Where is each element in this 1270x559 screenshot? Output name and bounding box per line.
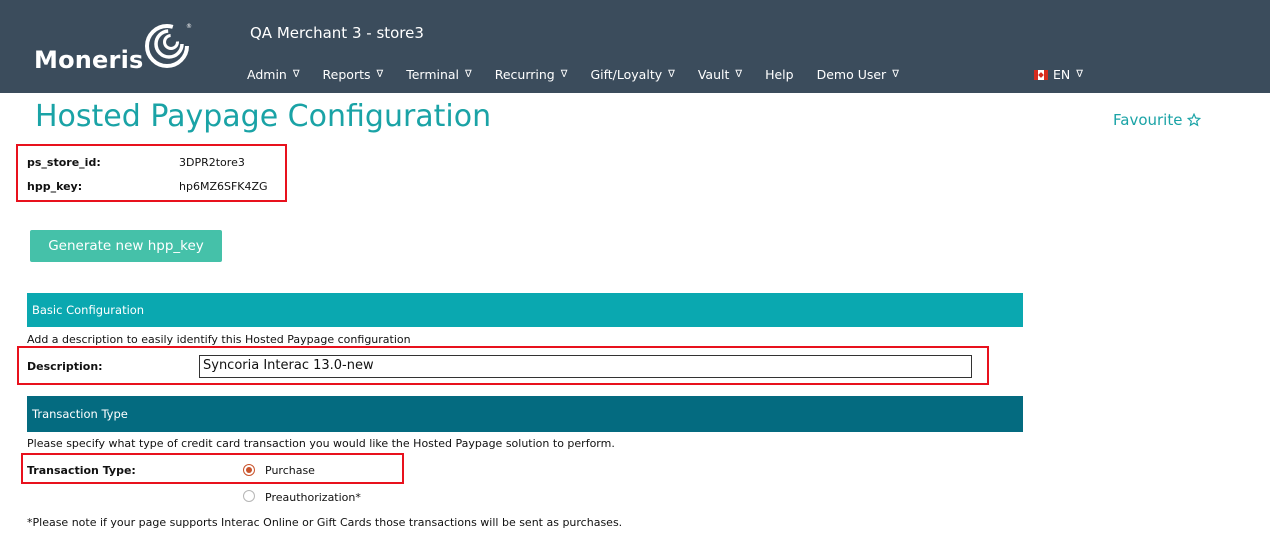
transaction-type-header: Transaction Type [27, 396, 1023, 432]
credentials-highlight-box [16, 144, 287, 202]
caret-down-icon: ∇ [892, 69, 899, 80]
transaction-type-label: Transaction Type: [27, 464, 136, 477]
nav-help[interactable]: Help [765, 67, 794, 82]
basic-configuration-header: Basic Configuration [27, 293, 1023, 327]
star-outline-icon [1187, 113, 1202, 127]
purchase-radio[interactable] [243, 464, 255, 476]
hpp-key-label: hpp_key: [27, 180, 83, 193]
transaction-note: *Please note if your page supports Inter… [27, 516, 623, 529]
top-header: Moneris ® QA Merchant 3 - store3 Admin ∇ … [0, 0, 1270, 93]
caret-down-icon: ∇ [668, 69, 675, 80]
basic-help-text: Add a description to easily identify thi… [27, 333, 411, 346]
nav-vault[interactable]: Vault ∇ [698, 67, 742, 82]
caret-down-icon: ∇ [292, 69, 300, 80]
logo-text: Moneris [34, 46, 144, 74]
description-input[interactable]: Syncoria Interac 13.0-new [199, 355, 972, 378]
section-title: Basic Configuration [32, 303, 145, 317]
svg-text:®: ® [186, 23, 192, 30]
language-selector[interactable]: EN ∇ [1034, 67, 1083, 82]
nav-reports[interactable]: Reports ∇ [323, 67, 384, 82]
moneris-swirl-icon: ® [145, 23, 192, 68]
favourite-link[interactable]: Favourite [1113, 111, 1202, 129]
nav-admin[interactable]: Admin ∇ [247, 67, 300, 82]
hpp-key-value: hp6MZ6SFK4ZG [179, 180, 268, 193]
nav-demo-user[interactable]: Demo User ∇ [817, 67, 899, 82]
nav-gift-loyalty[interactable]: Gift/Loyalty ∇ [590, 67, 674, 82]
moneris-logo[interactable]: Moneris ® [34, 18, 194, 78]
language-label: EN [1053, 67, 1071, 82]
caret-down-icon: ∇ [735, 69, 743, 80]
generate-hpp-key-button[interactable]: Generate new hpp_key [30, 230, 222, 262]
page-title: Hosted Paypage Configuration [35, 99, 492, 134]
description-label: Description: [27, 360, 103, 373]
transaction-help-text: Please specify what type of credit card … [27, 437, 615, 450]
nav-recurring[interactable]: Recurring ∇ [495, 67, 568, 82]
preauthorization-label[interactable]: Preauthorization* [265, 491, 361, 504]
main-nav: Admin ∇ Reports ∇ Terminal ∇ Recurring ∇ Gif… [247, 67, 922, 82]
caret-down-icon: ∇ [465, 69, 472, 80]
caret-down-icon: ∇ [376, 69, 384, 80]
merchant-name: QA Merchant 3 - store3 [250, 24, 424, 42]
store-id-value: 3DPR2tore3 [179, 156, 245, 169]
favourite-label: Favourite [1113, 111, 1183, 129]
caret-down-icon: ∇ [560, 69, 568, 80]
preauthorization-radio[interactable] [243, 490, 255, 502]
canada-flag-icon [1034, 69, 1048, 80]
caret-down-icon: ∇ [1076, 69, 1083, 80]
store-id-label: ps_store_id: [27, 156, 101, 169]
nav-terminal[interactable]: Terminal ∇ [406, 67, 472, 82]
section-title: Transaction Type [32, 407, 128, 421]
purchase-label[interactable]: Purchase [265, 464, 315, 477]
